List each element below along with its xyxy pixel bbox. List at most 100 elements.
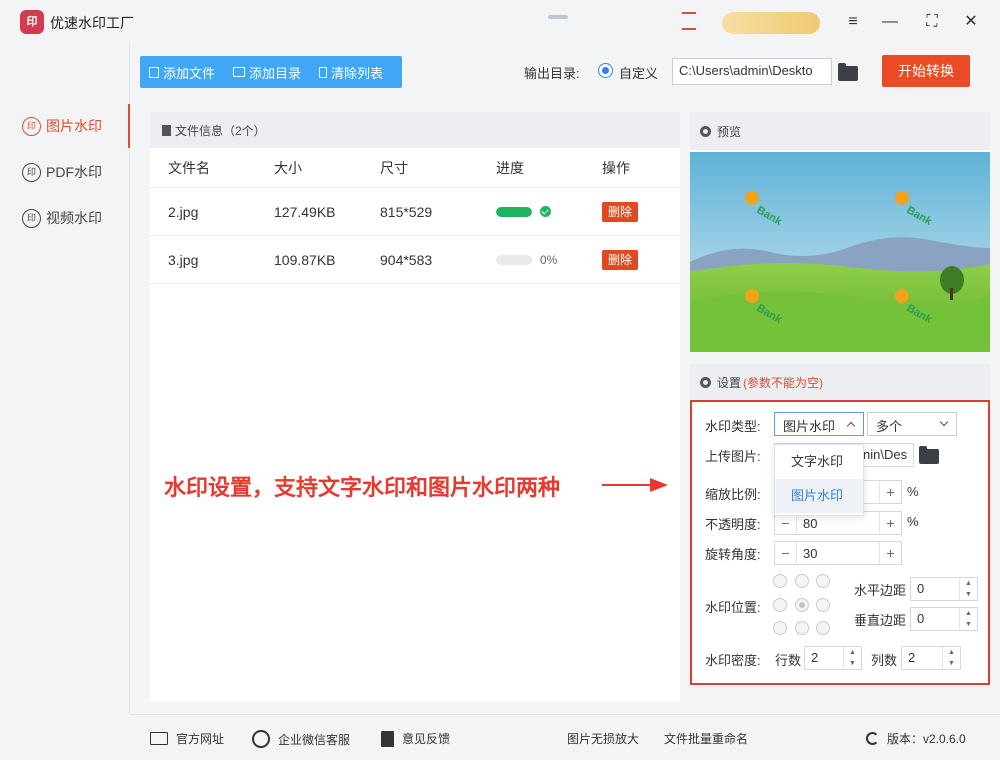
browse-folder-icon[interactable] [838,63,858,81]
h-margin-input[interactable]: 0 ▲ ▼ [910,577,978,601]
maximize-icon[interactable]: ⛶ [920,10,944,34]
rotation-stepper[interactable]: − 30 + [774,541,902,565]
cols-value: 2 [908,650,916,665]
version-info: 版本：v2.0.6.0 [866,730,966,747]
rotation-minus[interactable]: − [775,542,797,564]
v-margin-input[interactable]: 0 ▲ ▼ [910,607,978,631]
sidebar-item-pdf-watermark[interactable]: 印 PDF水印 [0,150,130,194]
close-icon[interactable]: ✕ [959,10,983,34]
settings-note: (参数不能为空) [743,375,824,390]
rows-value: 2 [811,650,819,665]
rows-input[interactable]: 2 ▲ ▼ [804,646,862,670]
trash-icon [319,66,328,78]
position-top-right[interactable] [816,574,830,588]
multi-select[interactable]: 多个 [867,412,957,436]
add-folder-button[interactable]: 添加目录 [224,63,310,82]
file-progress: 0% [496,253,602,267]
table-row[interactable]: 3.jpg 109.87KB 904*583 0% 删除 [150,236,680,284]
scale-plus[interactable]: + [879,481,901,503]
wechat-service-link[interactable]: 企业微信客服 [252,730,350,748]
file-list-panel: 文件信息（2个） 文件名 大小 尺寸 进度 操作 2.jpg 127.49KB … [150,112,680,702]
file-toolbar: 添加文件 添加目录 清除列表 [140,56,402,88]
custom-output-radio[interactable] [598,63,613,78]
file-progress [496,206,602,217]
minimize-icon[interactable]: — [878,10,902,34]
upload-folder-icon[interactable] [919,446,939,464]
settings-title: 设置 [717,375,742,390]
vip-badge[interactable] [722,12,820,34]
custom-output-label[interactable]: 自定义 [619,63,658,82]
dropdown-option-text-watermark[interactable]: 文字水印 [775,445,863,479]
spin-down-icon: ▼ [948,660,955,667]
col-progress: 进度 [496,159,524,176]
preview-image: Bank Bank Bank Bank [690,152,990,352]
feedback-link[interactable]: 意见反馈 [381,730,450,747]
h-margin-value: 0 [917,581,925,596]
preview-title: 预览 [717,124,742,139]
cols-spin[interactable]: ▲ ▼ [942,647,960,669]
clear-list-label: 清除列表 [331,65,384,81]
batch-rename-link[interactable]: 文件批量重命名 [664,730,748,747]
col-dimensions: 尺寸 [380,159,408,176]
spin-up-icon: ▲ [965,610,972,617]
add-file-button[interactable]: 添加文件 [140,63,224,82]
add-file-label: 添加文件 [163,65,216,81]
delete-button[interactable]: 删除 [602,202,639,222]
feedback-icon [381,730,394,747]
cloud-icon[interactable] [548,15,568,19]
h-margin-spin[interactable]: ▲ ▼ [959,578,977,600]
col-filename: 文件名 [168,159,210,176]
scale-unit: % [907,484,919,499]
chat-icon [252,730,270,748]
folder-outline-icon [233,67,246,77]
progress-bar [496,254,532,265]
spin-up-icon: ▲ [849,649,856,656]
position-top-left[interactable] [773,574,787,588]
spin-down-icon: ▼ [965,591,972,598]
output-path-input[interactable]: C:\Users\admin\Deskto [672,58,832,85]
table-row[interactable]: 2.jpg 127.49KB 815*529 删除 [150,188,680,236]
v-margin-spin[interactable]: ▲ ▼ [959,608,977,630]
start-convert-button[interactable]: 开始转换 [882,55,970,87]
file-size: 127.49KB [274,203,336,220]
position-middle-right[interactable] [816,598,830,612]
watermark-type-select[interactable]: 图片水印 [774,412,864,436]
v-margin-value: 0 [917,611,925,626]
file-info-title: 文件信息（2个） [175,123,266,138]
sidebar-item-image-watermark[interactable]: 印 图片水印 [0,104,130,148]
h-margin-label: 水平边距 [854,583,907,598]
title-bar: 印 优速水印工厂 ≡ — ⛶ ✕ [0,0,1000,44]
dropdown-option-image-watermark[interactable]: 图片水印 [775,479,863,513]
gift-icon[interactable] [682,12,696,30]
position-top-center[interactable] [795,574,809,588]
position-center[interactable] [795,598,809,612]
clear-list-button[interactable]: 清除列表 [310,63,392,82]
position-bottom-right[interactable] [816,621,830,635]
file-name: 2.jpg [168,203,199,220]
position-bottom-left[interactable] [773,621,787,635]
annotation-arrow-icon [602,478,668,492]
cols-input[interactable]: 2 ▲ ▼ [901,646,961,670]
sidebar-item-video-watermark[interactable]: 印 视频水印 [0,196,130,240]
opacity-plus[interactable]: + [879,512,901,534]
annotation-text: 水印设置，支持文字水印和图片水印两种 [164,475,561,500]
lossless-enlarge-link[interactable]: 图片无损放大 [567,730,639,747]
progress-bar [496,206,532,217]
gear-icon [700,125,711,137]
wechat-service-label: 企业微信客服 [278,732,351,747]
watermark-type-dropdown: 文字水印 图片水印 [774,444,864,516]
position-middle-left[interactable] [773,598,787,612]
refresh-icon[interactable] [866,732,879,745]
rows-label: 行数 [775,653,802,668]
app-title: 优速水印工厂 [50,15,134,31]
version-label: 版本：v2.0.6.0 [887,732,966,746]
rotation-plus[interactable]: + [879,542,901,564]
official-website-link[interactable]: 官方网址 [150,730,224,747]
menu-icon[interactable]: ≡ [841,10,865,34]
v-margin-label: 垂直边距 [854,613,907,628]
delete-button[interactable]: 删除 [602,250,639,270]
add-folder-label: 添加目录 [249,65,302,81]
rows-spin[interactable]: ▲ ▼ [843,647,861,669]
preview-header: 预览 [690,112,990,150]
position-bottom-center[interactable] [795,621,809,635]
